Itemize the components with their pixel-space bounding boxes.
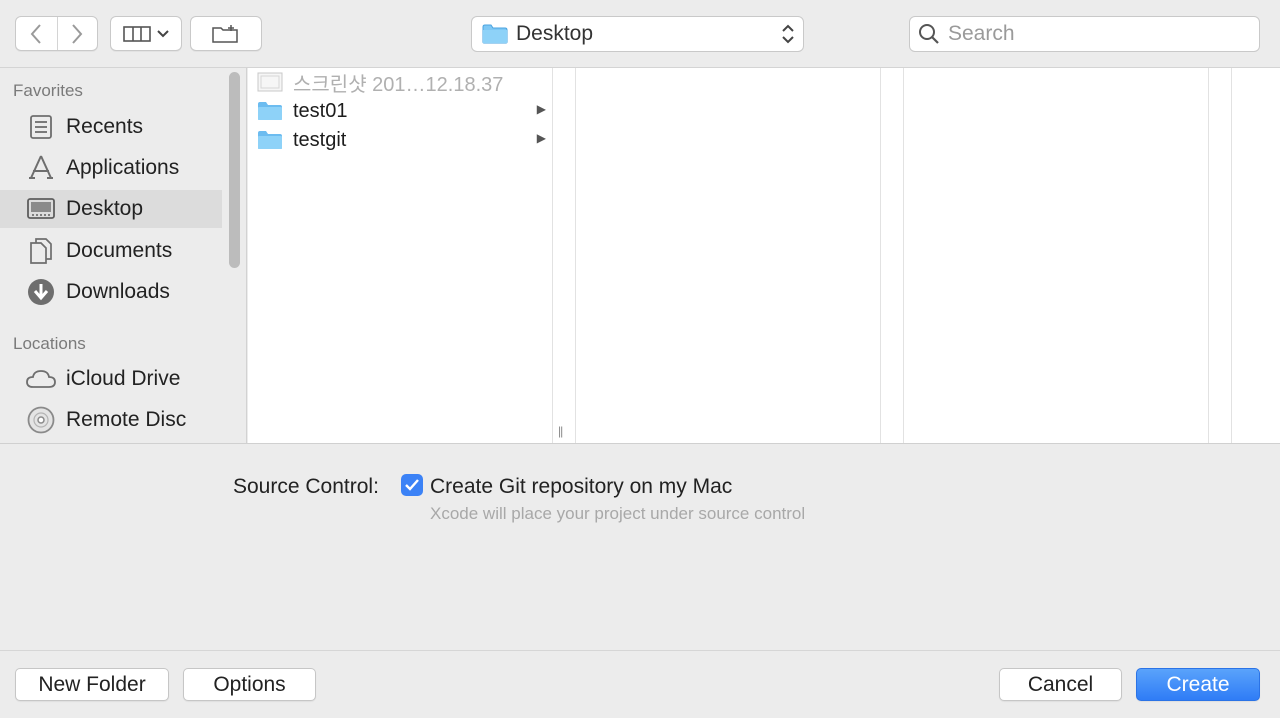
sidebar-item-desktop[interactable]: Desktop	[0, 190, 222, 228]
disclosure-arrow-icon: ▶	[536, 102, 546, 116]
file-row-testgit[interactable]: testgit ▶	[256, 126, 552, 154]
source-control-hint: Xcode will place your project under sour…	[430, 504, 806, 523]
options-button[interactable]: Options	[183, 668, 316, 701]
forward-button[interactable]	[56, 17, 98, 50]
desktop-icon	[26, 194, 56, 224]
disc-icon	[26, 405, 56, 435]
file-name: 스크린샷 201…12.18.37	[293, 73, 504, 96]
disclosure-arrow-icon: ▶	[536, 131, 546, 145]
search-field[interactable]: Search	[909, 16, 1260, 52]
new-folder-button[interactable]: New Folder	[15, 668, 169, 701]
sidebar-item-label: Recents	[66, 115, 144, 138]
chevron-down-icon	[157, 29, 169, 37]
folder-icon	[256, 100, 284, 122]
new-folder-toolbar-button[interactable]	[190, 16, 262, 51]
favorites-header: Favorites	[13, 81, 83, 100]
downloads-icon	[26, 277, 56, 307]
bottom-bar: New Folder Options Cancel Create	[0, 650, 1280, 718]
new-folder-icon	[212, 24, 238, 43]
navigation-buttons	[15, 16, 98, 51]
sidebar-item-label: Documents	[66, 239, 173, 262]
accessory-panel: Source Control: Create Git repository on…	[0, 443, 1280, 650]
sidebar-item-recents[interactable]: Recents	[0, 108, 222, 146]
checkmark-icon	[405, 479, 419, 491]
cloud-icon	[26, 364, 56, 394]
locations-header: Locations	[13, 334, 86, 353]
chevron-right-icon	[72, 23, 83, 44]
column-divider	[1208, 68, 1209, 443]
column-divider	[575, 68, 576, 443]
folder-icon	[482, 24, 508, 44]
column-divider	[880, 68, 881, 443]
view-mode-button[interactable]	[110, 16, 182, 51]
file-row-test01[interactable]: test01 ▶	[256, 97, 552, 125]
sidebar-item-label: Downloads	[66, 280, 170, 303]
toolbar: Desktop Search	[0, 0, 1280, 68]
documents-icon	[26, 236, 56, 266]
recents-icon	[26, 112, 56, 142]
chevron-left-icon	[30, 23, 41, 44]
sidebar-scrollbar[interactable]	[229, 72, 240, 268]
screenshot-file-icon	[256, 71, 284, 93]
create-button[interactable]: Create	[1136, 668, 1260, 701]
git-repository-checkbox[interactable]	[401, 474, 423, 496]
sidebar-item-downloads[interactable]: Downloads	[0, 273, 222, 311]
folder-icon	[256, 129, 284, 151]
file-browser: 스크린샷 201…12.18.37 test01 ▶ testgit ▶ ||	[248, 68, 1280, 443]
applications-icon	[26, 153, 56, 183]
column-view-icon	[123, 25, 151, 42]
search-icon	[919, 24, 939, 44]
sidebar-item-icloud-drive[interactable]: iCloud Drive	[0, 360, 222, 398]
column-divider[interactable]	[552, 68, 553, 443]
location-popup[interactable]: Desktop	[471, 16, 804, 52]
sidebar-item-label: Applications	[66, 156, 180, 179]
column-resize-grip[interactable]: ||	[558, 424, 563, 438]
file-name: testgit	[293, 128, 347, 151]
sidebar-item-label: Remote Disc	[66, 408, 187, 431]
source-control-label: Source Control:	[233, 475, 379, 498]
sidebar: Favorites Recents Applications Desktop D…	[0, 68, 247, 443]
cancel-button[interactable]: Cancel	[999, 668, 1122, 701]
sidebar-item-label: iCloud Drive	[66, 367, 181, 390]
sidebar-item-label: Desktop	[66, 197, 144, 220]
location-label: Desktop	[516, 22, 594, 45]
file-name: test01	[293, 99, 348, 122]
search-placeholder: Search	[948, 22, 1015, 45]
sidebar-item-documents[interactable]: Documents	[0, 232, 222, 270]
column-divider	[1231, 68, 1232, 443]
file-row: 스크린샷 201…12.18.37	[256, 68, 552, 96]
sidebar-item-applications[interactable]: Applications	[0, 149, 222, 187]
git-repository-checkbox-label[interactable]: Create Git repository on my Mac	[430, 475, 732, 499]
column-divider	[903, 68, 904, 443]
sidebar-item-remote-disc[interactable]: Remote Disc	[0, 401, 222, 439]
updown-chevron-icon	[782, 24, 794, 44]
back-button[interactable]	[16, 17, 57, 50]
